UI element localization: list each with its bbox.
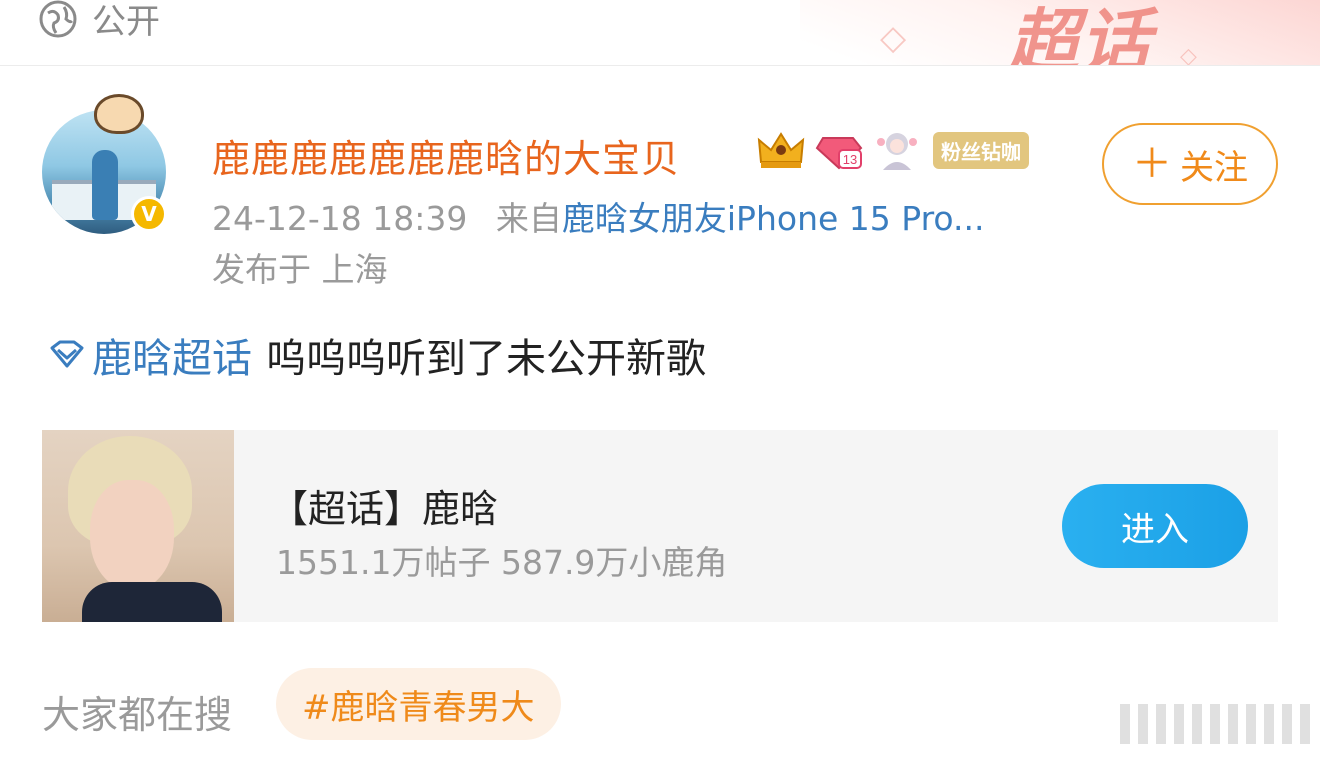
svg-text:13: 13 [843,152,857,167]
diamond-decoration-icon: ◇ [880,18,907,58]
globe-icon [39,0,77,37]
diamond-decoration-icon: ◇ [1180,44,1197,66]
follow-button[interactable]: ＋ 关注 [1102,123,1278,205]
supertopic-card[interactable]: 【超话】鹿晗 1551.1万帖子 587.9万小鹿角 进入 [42,430,1278,622]
supertopic-stats: 1551.1万帖子 587.9万小鹿角 [276,543,728,582]
post-time: 24-12-18 18:39 [212,199,468,238]
post-content: 鹿晗超话 呜呜呜听到了未公开新歌 [46,326,706,384]
supertopic-title: 【超话】鹿晗 [270,487,499,531]
trending-search-label: 大家都在搜 [42,693,233,737]
avatar-sticker [94,94,144,134]
fan-avatar-badge-icon[interactable] [871,128,923,172]
plus-icon: ＋ [1132,141,1172,187]
enter-button[interactable]: 进入 [1062,484,1248,568]
trending-hashtag[interactable]: #鹿晗青春男大 [276,668,561,740]
fan-level-tag[interactable]: 粉丝钻咖 [933,131,1029,169]
post-location: 发布于 上海 [212,250,388,289]
author-name[interactable]: 鹿鹿鹿鹿鹿鹿鹿晗的大宝贝 [212,128,680,183]
visibility-label: 公开 [92,2,160,42]
post-meta: 24-12-18 18:39 来自鹿晗女朋友iPhone 15 Pro... [212,192,985,240]
level-diamond-badge-icon[interactable]: 13 [813,128,865,172]
supertopic-mark: 超话 [1008,1,1152,66]
visibility-indicator: 公开 [38,0,160,43]
watermark [1120,704,1310,746]
supertopic-link[interactable]: 鹿晗超话 [46,326,252,384]
verified-badge-icon: V [131,196,167,232]
supertopic-thumbnail [42,430,234,622]
top-strip: ◇ ◇ 公开 超话 [0,0,1320,66]
avatar[interactable]: V [42,94,168,234]
source-prefix: 来自 [495,199,562,238]
follow-label: 关注 [1180,147,1248,188]
supertopic-diamond-icon [50,340,84,368]
author-badges: 13 粉丝钻咖 [755,128,1029,172]
post-source-link[interactable]: 鹿晗女朋友iPhone 15 Pro... [562,199,985,238]
supertopic-link-label: 鹿晗超话 [92,336,252,382]
post-body-text: 呜呜呜听到了未公开新歌 [266,336,706,382]
crown-badge-icon[interactable] [755,128,807,172]
